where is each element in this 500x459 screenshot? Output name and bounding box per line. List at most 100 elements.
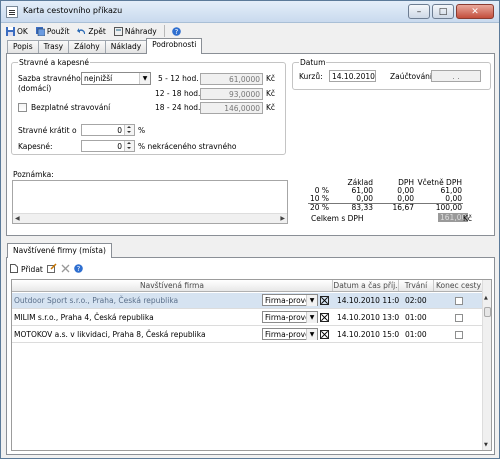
note-hscrollbar[interactable]: ◀ ▶ [13,213,287,223]
maximize-button[interactable]: □ [432,4,454,19]
pocket-spinner[interactable]: 0 [81,140,135,152]
company-cell[interactable]: MOTOKOV a.s. v likvidaci, Praha 8, Česká… [12,327,262,343]
main-window: Karta cestovního příkazu – □ ✕ OK Použít… [0,0,500,459]
close-button[interactable]: ✕ [456,4,494,19]
company-cell[interactable]: Outdoor Sport s.r.o., Praha, Česká repub… [12,293,262,309]
remove-icon[interactable] [320,313,329,322]
rate-select[interactable]: nejnižší ▼ [81,72,151,85]
duration-cell[interactable]: 02:00 [399,293,434,309]
company-cell[interactable]: MILIM s.r.o., Praha 4, Česká republika [12,310,262,326]
column-header-trip-end[interactable]: Konec cesty [434,280,484,291]
back-button[interactable]: Zpět [74,24,108,39]
tab-popis[interactable]: Popis [7,40,39,54]
tab-naklady[interactable]: Náklady [104,40,148,54]
trip-end-checkbox[interactable] [455,330,463,339]
apply-button[interactable]: Použít [33,24,73,39]
vat-row: 0 % 61,00 0,00 61,00 [308,187,463,195]
remove-icon[interactable] [320,330,329,339]
remove-icon[interactable] [320,296,329,305]
grid-header: Navštívená firma Datum a čas příj. Trván… [12,280,484,292]
trip-end-cell [434,327,484,343]
apply-icon [35,26,46,36]
rate-18-24-value: 146,0000 [200,102,263,114]
date-cell[interactable]: 14.10.2010 15:00 [333,327,399,343]
vat-row: 20 % 83,33 16,67 100,00 [308,203,463,212]
table-row[interactable]: Outdoor Sport s.r.o., Praha, Česká repub… [12,293,484,309]
date-cell[interactable]: 14.10.2010 11:00 [333,293,399,309]
rate-select-value: nejnižší [84,74,113,83]
type-cell: Firma-provoz. ▼ [262,310,333,326]
pocket-label: Kapesné: [18,142,53,151]
reduce-label: Stravné krátit o [18,126,77,135]
grid-toolbar: Přidat ? [10,263,83,275]
new-document-icon [10,263,18,275]
toolbar: OK Použít Zpět Náhrady ? [3,23,497,39]
undo-icon [77,27,86,36]
rate-5-12-unit: Kč [266,74,276,83]
rate-5-12-value: 61,0000 [200,73,263,85]
chevron-down-icon: ▼ [306,294,317,306]
scroll-thumb[interactable] [484,307,491,317]
free-meals-checkbox[interactable] [18,103,27,112]
date-group: Datum Kurzů: 14.10.2010 Zaúčtování: . . [292,58,491,90]
trip-end-cell [434,293,484,309]
tab-zalohy[interactable]: Zálohy [68,40,106,54]
type-cell: Firma-provoz. ▼ [262,293,333,309]
meals-group: Stravné a kapesné Sazba stravného: (domá… [11,58,286,155]
reduce-spinner[interactable]: 0 [81,124,135,136]
type-select[interactable]: Firma-provoz. ▼ [262,327,318,340]
chevron-down-icon: ▼ [306,311,317,323]
tab-visited-companies[interactable]: Navštívené firmy (místa) [7,243,112,258]
ok-label: OK [17,26,28,36]
rate-12-18-value: 93,0000 [200,88,263,100]
type-select[interactable]: Firma-provoz. ▼ [262,310,318,323]
total-unit: Kč [463,214,473,223]
save-icon [6,26,15,36]
minimize-button[interactable]: – [408,4,430,19]
date-legend: Datum [299,58,327,67]
type-select[interactable]: Firma-provoz. ▼ [262,293,318,306]
note-textarea[interactable]: ◀ ▶ [12,180,288,224]
duration-cell[interactable]: 01:00 [399,310,434,326]
rate-date-field[interactable]: 14.10.2010 [329,70,376,82]
tab-podrobnosti[interactable]: Podrobnosti [146,38,203,54]
spinner-arrows-icon[interactable] [124,141,134,151]
edit-icon[interactable] [46,263,57,275]
table-row[interactable]: MILIM s.r.o., Praha 4, Česká republika F… [12,310,484,326]
reduce-unit: % [138,126,146,135]
spinner-arrows-icon[interactable] [124,125,134,135]
help-button[interactable]: ? [169,24,184,39]
arrow-up-icon[interactable]: ▲ [484,295,488,301]
arrow-right-icon[interactable]: ▶ [280,215,285,222]
free-meals-label: Bezplatné stravování [31,103,111,112]
table-row[interactable]: MOTOKOV a.s. v likvidaci, Praha 8, Česká… [12,327,484,343]
tab-trasy[interactable]: Trasy [37,40,70,54]
rate-label: Sazba stravného: [18,74,84,83]
note-label: Poznámka: [13,170,54,179]
trip-end-checkbox[interactable] [455,296,463,305]
arrow-left-icon[interactable]: ◀ [15,215,20,222]
column-header-duration[interactable]: Trvání [399,280,434,291]
chevron-down-icon: ▼ [139,73,150,84]
trip-end-checkbox[interactable] [455,313,463,322]
meals-legend: Stravné a kapesné [18,58,91,67]
delete-icon[interactable] [61,264,70,275]
vat-table: Základ DPH Včetně DPH 0 % 61,00 0,00 61,00 … [308,178,463,212]
rate-date-label: Kurzů: [299,72,323,81]
ok-button[interactable]: OK [3,24,31,39]
help-icon: ? [171,26,181,36]
grid-vscrollbar[interactable]: ▲ ▼ [482,280,491,450]
refund-button[interactable]: Náhrady [111,24,160,39]
rate-18-24-unit: Kč [266,103,276,112]
window-title: Karta cestovního příkazu [23,6,123,15]
help-icon[interactable]: ? [74,263,83,275]
vat-cell: 20 % [308,203,330,212]
column-header-date[interactable]: Datum a čas příj. [333,280,399,291]
add-button[interactable]: Přidat [10,263,43,275]
calculator-icon [113,26,123,36]
column-header-company[interactable]: Navštívená firma [12,280,333,291]
date-cell[interactable]: 14.10.2010 13:00 [333,310,399,326]
duration-cell[interactable]: 01:00 [399,327,434,343]
rate-sublabel: (domácí) [18,84,52,93]
arrow-down-icon[interactable]: ▼ [484,442,488,448]
